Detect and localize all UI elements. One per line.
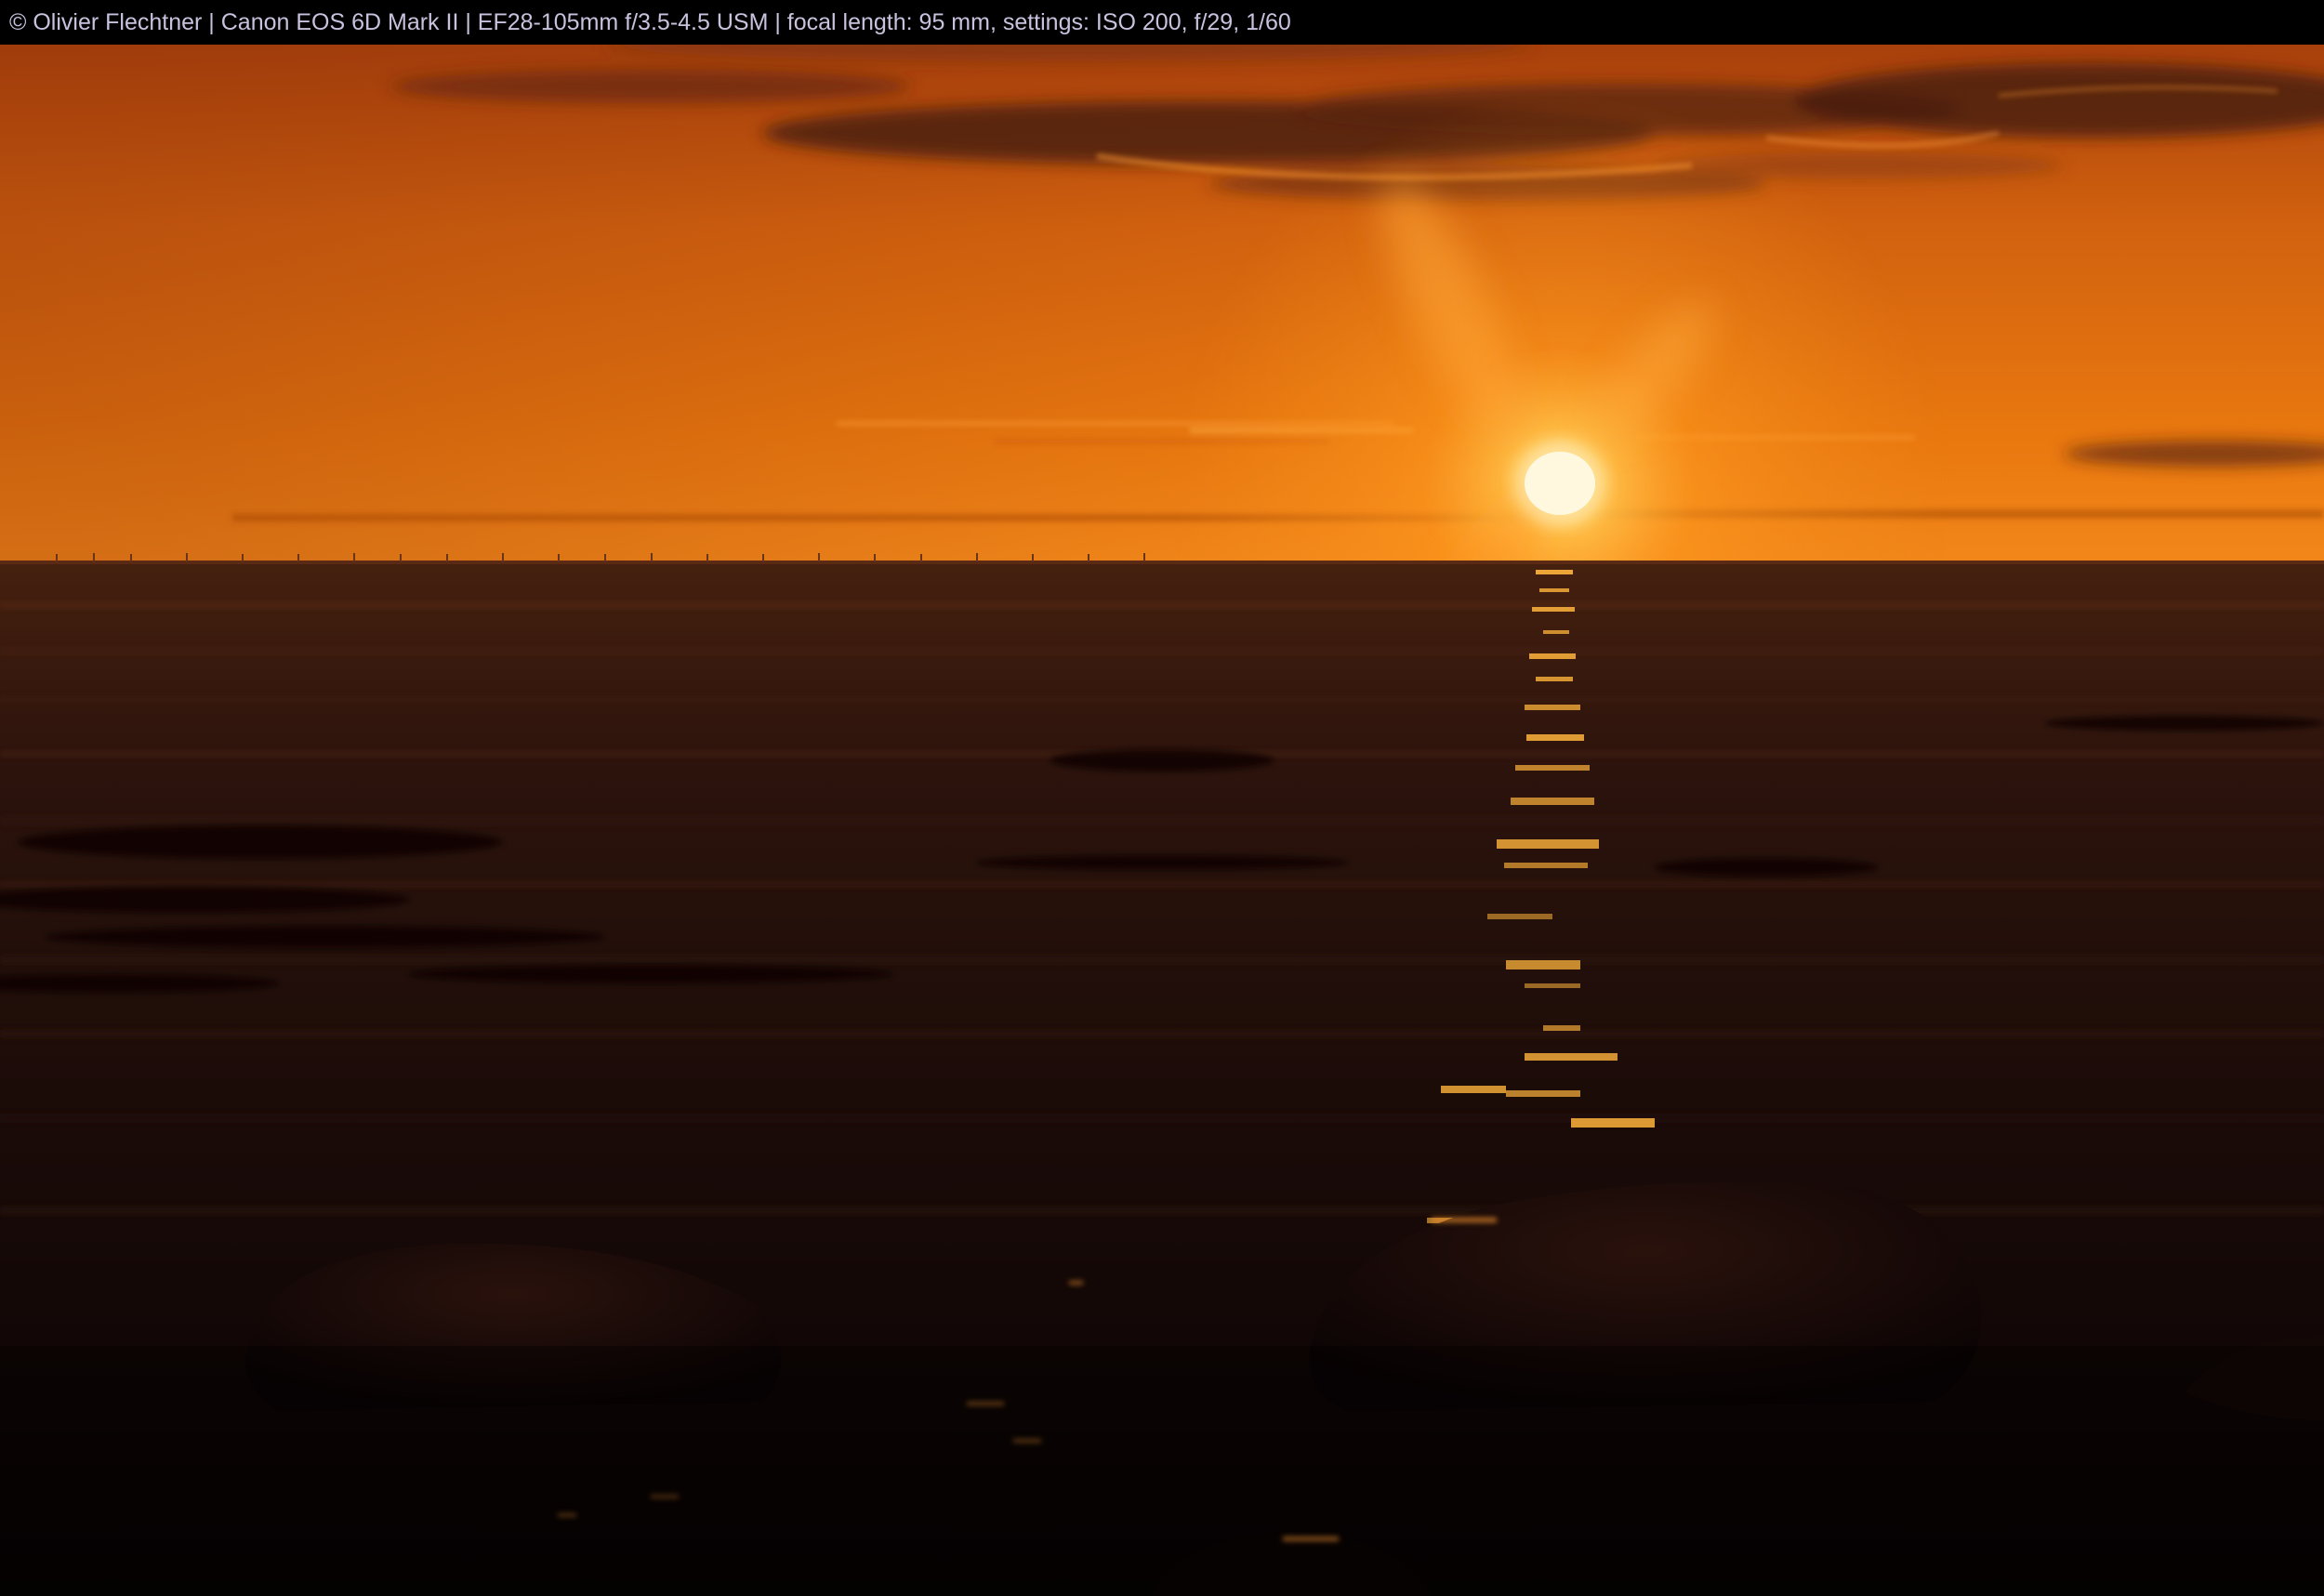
sunset-photo-canvas: [0, 45, 2324, 1596]
sunset-photo: [0, 45, 2324, 1596]
bottom-shadow: [0, 1346, 2324, 1596]
horizon-line: [0, 561, 2324, 564]
photo-frame: © Olivier Flechtner | Canon EOS 6D Mark …: [0, 0, 2324, 1596]
sun-halo: [1512, 439, 1608, 528]
photo-credit-caption: © Olivier Flechtner | Canon EOS 6D Mark …: [9, 9, 1291, 35]
caption-bar: © Olivier Flechtner | Canon EOS 6D Mark …: [0, 0, 2324, 45]
